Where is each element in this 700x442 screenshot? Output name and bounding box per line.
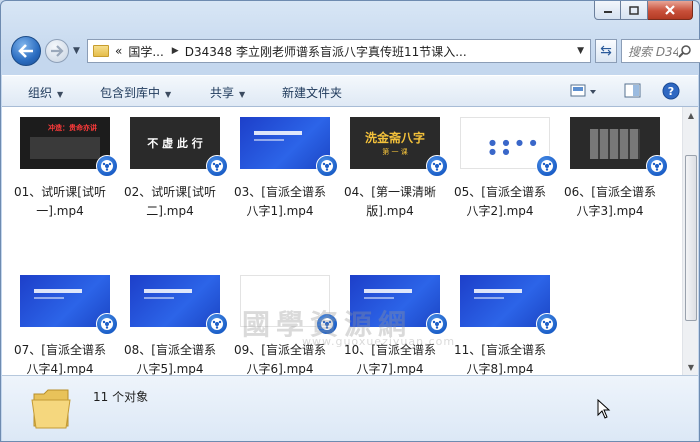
help-button[interactable]: ? (662, 82, 680, 103)
file-list-view[interactable]: 冲造：贵命亦讲 01、试听课[试听 一].mp4 不 虚 此 行 02、试听课[试… (2, 107, 682, 376)
file-item[interactable]: 03、[盲派全谱系 八字1].mp4 (222, 107, 338, 231)
explorer-window: ▼ « 国学... ▶ D34348 李立刚老师谱系盲派八字真传班11节课入..… (0, 0, 700, 442)
item-count: 11 个对象 (93, 390, 149, 404)
search-input[interactable]: 搜索 D34... (621, 39, 700, 63)
folder-icon (93, 45, 109, 57)
watermark: 國學資源網 www.guoxueziyuan.com (242, 303, 454, 348)
breadcrumb-item[interactable]: 国学... (128, 43, 163, 60)
file-item[interactable]: 冲造：贵命亦讲 01、试听课[试听 一].mp4 (2, 107, 118, 231)
search-placeholder: 搜索 D34... (628, 44, 678, 59)
details-pane: 11 个对象 (2, 375, 698, 441)
view-options-button[interactable] (570, 82, 598, 103)
preview-pane-icon (624, 83, 641, 98)
address-dropdown-icon[interactable]: ▼ (577, 46, 584, 56)
file-name: 01、试听课[试听 一].mp4 (14, 185, 106, 218)
file-name: 07、[盲派全谱系 八字4].mp4 (14, 343, 106, 376)
chevron-down-icon: ▼ (239, 90, 246, 99)
file-item[interactable]: 11、[盲派全谱系 八字8].mp4 (442, 265, 558, 389)
file-name: 04、[第一课清晰 版].mp4 (344, 185, 436, 218)
scroll-down-icon[interactable]: ▼ (683, 359, 699, 375)
file-name: 02、试听课[试听 二].mp4 (124, 185, 216, 218)
file-item[interactable]: 不 虚 此 行 02、试听课[试听 二].mp4 (112, 107, 228, 231)
search-icon (678, 45, 691, 58)
thumbnail-text: 洗金斋八字 (364, 131, 425, 145)
back-arrow-icon (18, 44, 33, 58)
file-name: 05、[盲派全谱系 八字2].mp4 (454, 185, 546, 218)
file-item[interactable]: 08、[盲派全谱系 八字5].mp4 (112, 265, 228, 389)
preview-pane-button[interactable] (624, 82, 642, 103)
minimize-icon (603, 11, 612, 13)
close-button[interactable] (648, 1, 693, 20)
watermark-url: www.guoxueziyuan.com (302, 335, 456, 348)
vertical-scrollbar[interactable]: ▲ ▼ (682, 107, 698, 375)
refresh-button[interactable]: ⇆ (595, 39, 617, 63)
file-name: 03、[盲派全谱系 八字1].mp4 (234, 185, 326, 218)
breadcrumb-separator-icon[interactable]: ▶ (172, 46, 179, 56)
view-icon (570, 84, 596, 97)
breadcrumb-current[interactable]: D34348 李立刚老师谱系盲派八字真传班11节课入... (185, 43, 467, 60)
file-item[interactable]: 07、[盲派全谱系 八字4].mp4 (2, 265, 118, 389)
svg-text:?: ? (668, 85, 674, 98)
help-icon: ? (662, 82, 680, 100)
chevron-down-icon: ▼ (165, 90, 172, 99)
file-item[interactable]: 洗金斋八字 第 一 课 04、[第一课清晰 版].mp4 (332, 107, 448, 231)
video-file-icon (536, 313, 558, 335)
mouse-cursor-icon (597, 399, 611, 419)
thumbnail-text: 冲造：贵命亦讲 (48, 124, 97, 132)
maximize-icon (629, 5, 639, 15)
organize-label: 组织 (28, 86, 53, 100)
include-library-button[interactable]: 包含到库中 ▼ (100, 84, 171, 101)
forward-arrow-icon (51, 45, 64, 57)
share-label: 共享 (210, 86, 235, 100)
minimize-button[interactable] (594, 1, 621, 20)
file-name: 11、[盲派全谱系 八字8].mp4 (454, 343, 546, 376)
forward-button[interactable] (45, 39, 69, 63)
include-library-label: 包含到库中 (100, 86, 161, 100)
address-bar[interactable]: « 国学... ▶ D34348 李立刚老师谱系盲派八字真传班11节课入... … (87, 39, 591, 63)
command-toolbar: 组织 ▼ 包含到库中 ▼ 共享 ▼ 新建文件夹 ? (2, 75, 698, 107)
recent-pages-dropdown[interactable]: ▼ (73, 46, 80, 56)
scroll-up-icon[interactable]: ▲ (683, 107, 699, 123)
close-icon (665, 5, 675, 15)
scrollbar-thumb[interactable] (685, 155, 697, 321)
thumbnail-text: 不 虚 此 行 (147, 137, 203, 150)
video-file-icon (646, 155, 668, 177)
maximize-button[interactable] (621, 1, 648, 20)
breadcrumb-overflow[interactable]: « (115, 44, 122, 58)
thumbnail-subtext: 第 一 课 (382, 148, 408, 156)
folder-icon (31, 389, 71, 429)
new-folder-label: 新建文件夹 (282, 86, 343, 100)
file-name: 08、[盲派全谱系 八字5].mp4 (124, 343, 216, 376)
organize-button[interactable]: 组织 ▼ (28, 84, 63, 101)
share-button[interactable]: 共享 ▼ (210, 84, 245, 101)
file-name: 06、[盲派全谱系 八字3].mp4 (564, 185, 656, 218)
new-folder-button[interactable]: 新建文件夹 (282, 84, 342, 101)
file-item[interactable]: 06、[盲派全谱系 八字3].mp4 (552, 107, 668, 231)
file-item[interactable]: ● ● ● ● ● ● 05、[盲派全谱系 八字2].mp4 (442, 107, 558, 231)
refresh-icon: ⇆ (600, 43, 612, 59)
back-button[interactable] (11, 36, 41, 66)
chevron-down-icon: ▼ (57, 90, 64, 99)
caption-buttons (594, 1, 693, 20)
navigation-bar: ▼ « 国学... ▶ D34348 李立刚老师谱系盲派八字真传班11节课入..… (9, 35, 700, 67)
